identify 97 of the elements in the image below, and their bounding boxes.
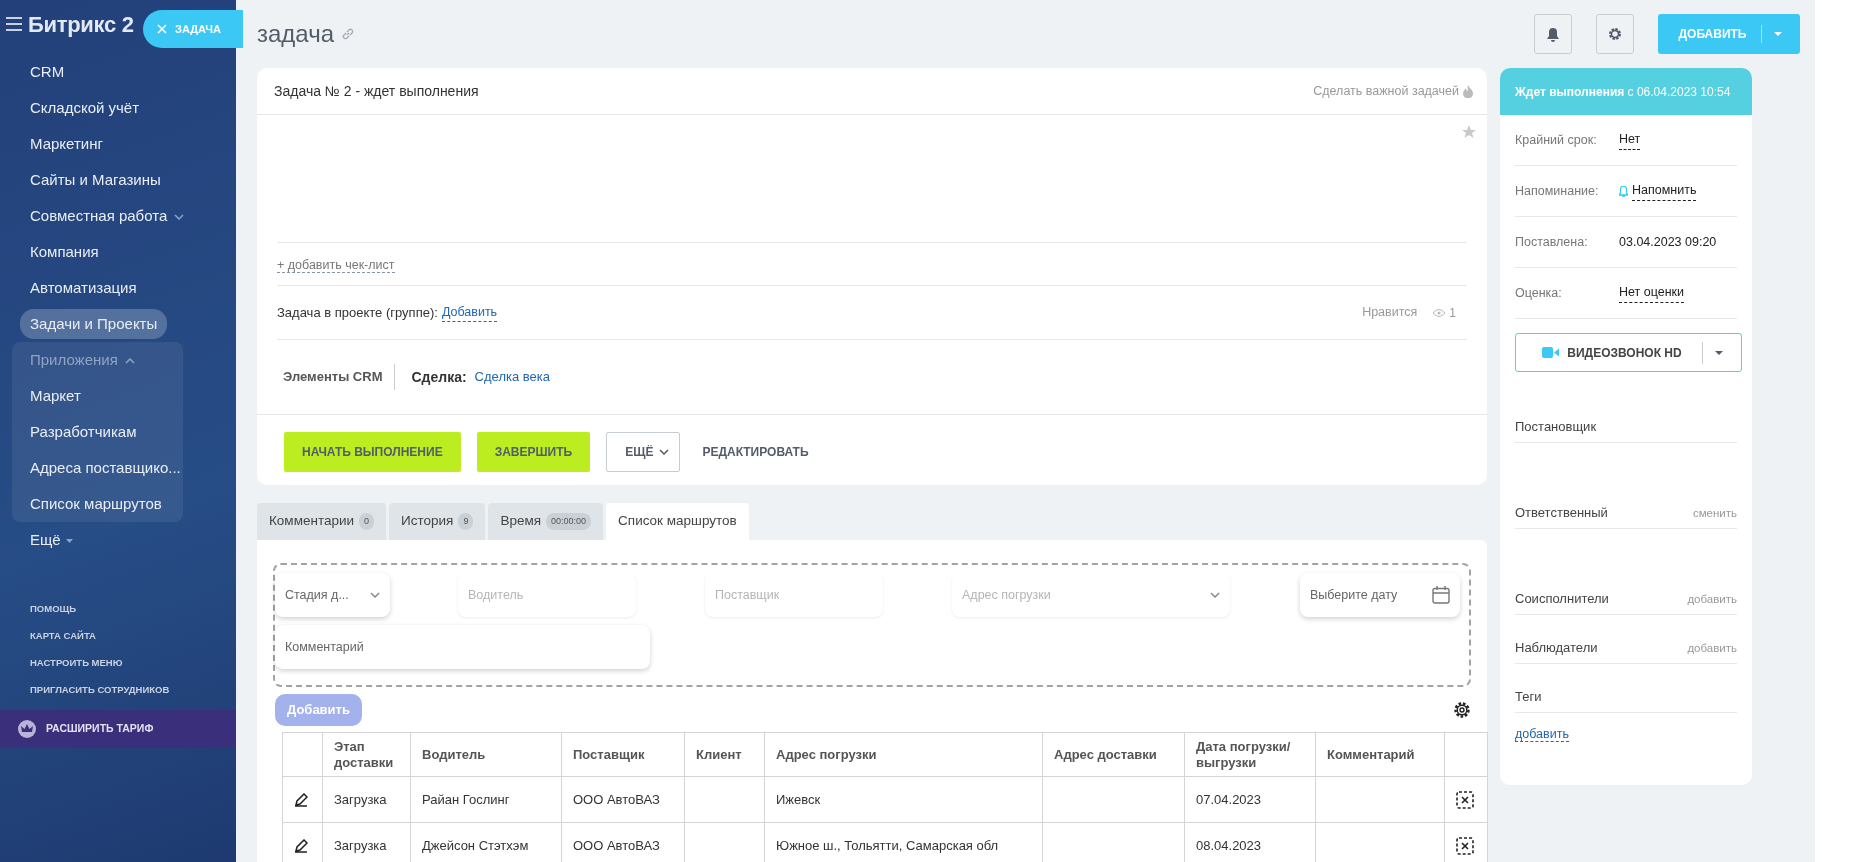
add-project-link[interactable]: Добавить [441,302,498,323]
table-cell: 07.04.2023 [1184,776,1316,823]
section-label: Наблюдатели [1515,638,1598,657]
tab[interactable]: Комментарии 0 [257,503,387,540]
chevron-down-icon [370,592,380,598]
select-field[interactable]: Стадия д... [275,573,390,617]
column-header: Клиент [684,732,765,777]
views-count: 1 [1433,303,1456,322]
chevron-down-icon [1210,592,1220,598]
sidebar-item[interactable]: Задачи и Проекты [20,308,168,340]
section-label: Теги [1515,687,1542,706]
bell-icon [1619,185,1628,197]
delete-icon[interactable] [1456,791,1474,810]
sidebar-item[interactable]: Сайты и Магазины [20,164,171,196]
page-title: задача [257,19,335,49]
eye-icon [1433,308,1446,317]
chevron-down-icon [659,449,670,455]
upgrade-banner[interactable]: РАСШИРИТЬ ТАРИФ [0,710,236,748]
column-header: Этап доставки [322,732,411,777]
footer-link[interactable]: КАРТА САЙТА [30,629,96,644]
logo: Битрикс 2 [28,10,134,39]
section-label: Ответственный [1515,503,1608,522]
column-header: Водитель [410,732,562,777]
sidebar-item[interactable]: CRM [20,56,75,88]
star-icon[interactable] [1462,125,1476,139]
footer-link[interactable]: ПРИГЛАСИТЬ СОТРУДНИКОВ [30,683,170,698]
sidebar-item[interactable]: Ещё [20,524,83,556]
remind-link[interactable]: Напомнить [1619,181,1697,201]
add-checklist-link[interactable]: + добавить чек-лист [277,258,395,273]
menu-icon[interactable] [6,17,22,31]
input-field[interactable]: Комментарий [275,625,650,669]
field-value[interactable]: Нет оценки [1619,283,1685,303]
column-header: Адрес погрузки [764,732,1043,777]
delete-icon[interactable] [1456,837,1474,856]
calendar-icon [1432,586,1450,604]
column-header: Комментарий [1315,732,1445,777]
sidebar-item[interactable]: Маркетинг [20,128,113,160]
date-field[interactable]: Выберите дату [1300,573,1460,617]
sidebar-item[interactable]: Адреса поставщико... [20,452,191,484]
table-cell: ООО АвтоВАЗ [561,776,685,823]
table-cell: Райан Гослинг [410,776,562,823]
crm-label: Элементы CRM [283,364,396,390]
bell-icon [1546,26,1560,42]
footer-link[interactable]: ПОМОЩЬ [30,602,77,617]
table-cell: Ижевск [764,776,1043,823]
sidebar-item[interactable]: Маркет [20,380,91,412]
sidebar-item[interactable]: Складской учёт [20,92,150,124]
caret-icon [65,538,73,543]
notification-button[interactable] [1534,14,1572,54]
table-cell: Загрузка [322,776,411,823]
caret-icon [1774,32,1782,36]
action-button[interactable]: ЗАВЕРШИТЬ [476,432,591,472]
chevron-up-icon [124,357,135,364]
field-label: Поставлена: [1515,233,1589,251]
action-button[interactable]: НАЧАТЬ ВЫПОЛНЕНИЕ [284,432,461,472]
flame-icon [1463,84,1473,98]
section-label: Постановщик [1515,417,1597,436]
section-label: Соисполнители [1515,589,1609,608]
tab[interactable]: Время 00:00:00 [488,503,604,540]
count-badge: 00:00:00 [546,512,592,531]
crown-icon [18,720,36,738]
close-icon [157,24,167,34]
settings-button[interactable] [1596,14,1634,54]
column-header: Дата погрузки/ выгрузки [1184,732,1316,777]
tab[interactable]: История 9 [389,503,486,540]
field-label: Напоминание: [1515,182,1600,200]
sidebar-item[interactable]: Совместная работа [20,200,195,232]
sidebar-item[interactable]: Компания [20,236,109,268]
sidebar-item[interactable]: Список маршрутов [20,488,172,520]
count-badge: 9 [458,512,474,531]
status-header: Ждет выполнения с 06.04.2023 10:54 [1515,83,1731,101]
more-button[interactable]: ЕЩЁ [606,432,681,472]
field-label: Оценка: [1515,284,1563,302]
sidebar-item[interactable]: Разработчикам [20,416,147,448]
deal-label: Сделка: [411,367,467,387]
chevron-down-icon [174,213,185,220]
count-badge: 0 [359,512,375,531]
column-header: Поставщик [561,732,685,777]
task-title: Задача № 2 - ждет выполнения [274,81,479,101]
tab[interactable]: Список маршрутов [606,503,749,540]
field-value[interactable]: Нет [1619,130,1641,150]
add-tag-link[interactable]: добавить [1515,727,1569,742]
sidebar-item[interactable]: Автоматизация [20,272,147,304]
pencil-icon[interactable] [294,839,308,854]
settings-icon [1608,27,1622,41]
field-value: 03.04.2023 09:20 [1619,233,1717,251]
caret-icon [1715,350,1723,355]
footer-link[interactable]: НАСТРОИТЬ МЕНЮ [30,656,123,671]
pencil-icon[interactable] [294,793,308,808]
camera-icon [1542,347,1560,358]
field-label: Крайний срок: [1515,131,1598,149]
settings-icon[interactable] [1453,701,1471,719]
deal-link[interactable]: Сделка века [474,367,550,387]
edit-button[interactable]: РЕДАКТИРОВАТЬ [696,442,815,462]
column-header: Адрес доставки [1042,732,1185,777]
video-call-button[interactable]: ВИДЕОЗВОНОК HD [1515,333,1742,372]
project-label: Задача в проекте (группе): [277,303,438,322]
